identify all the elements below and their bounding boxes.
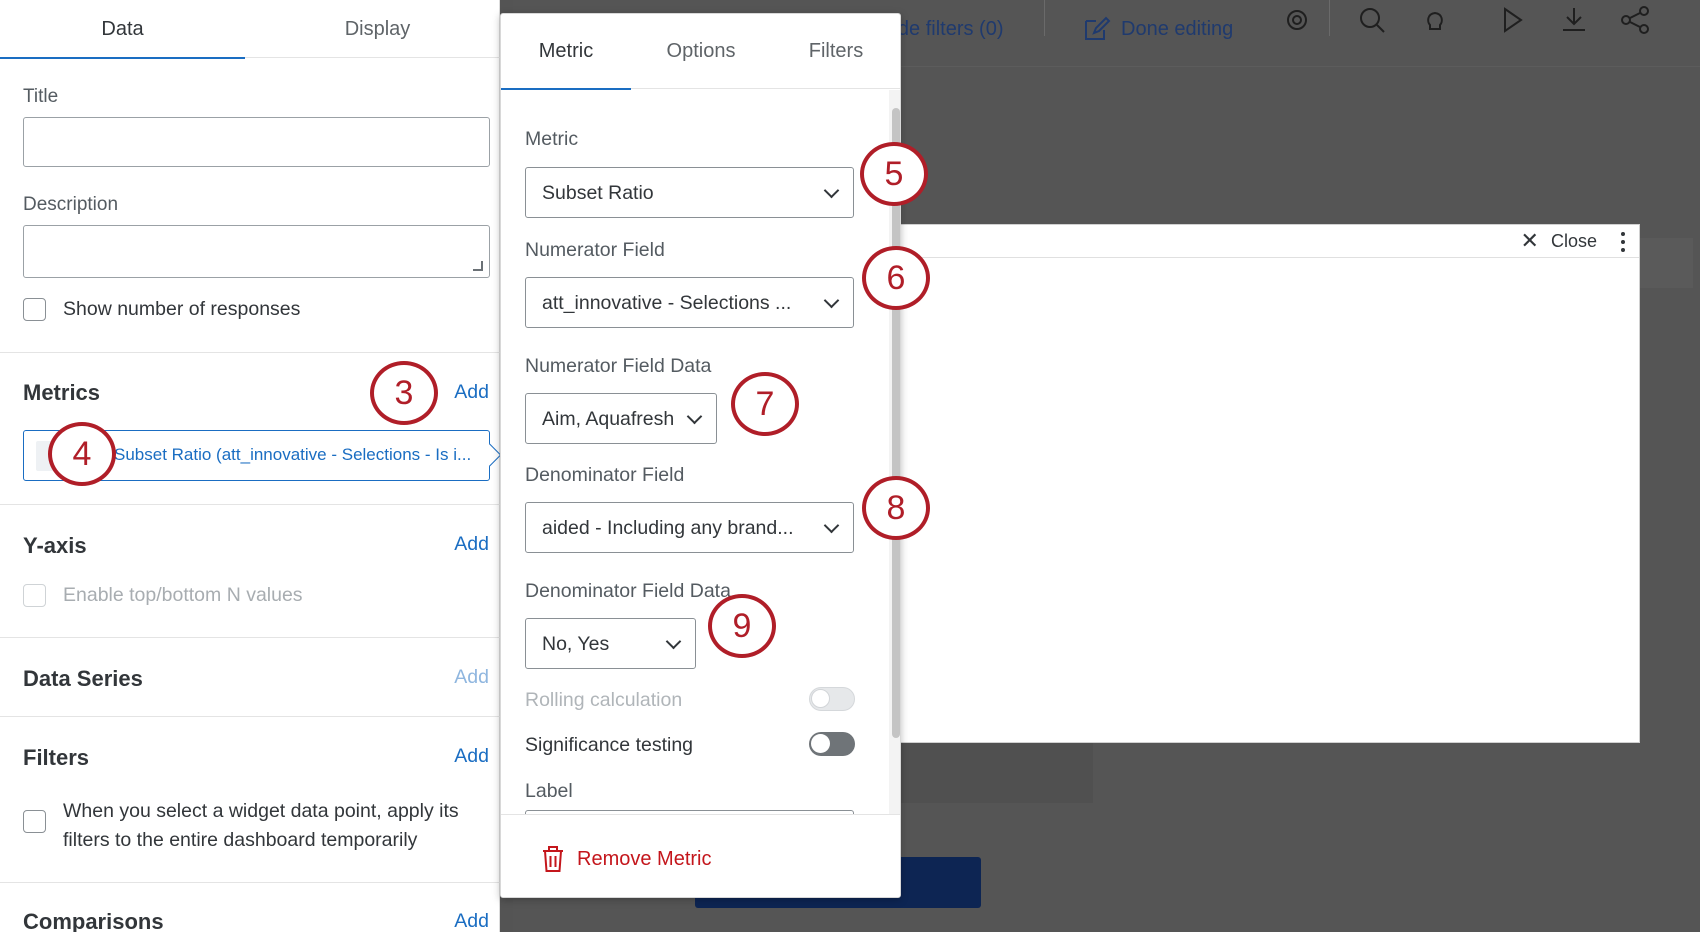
denominator-field-value: aided - Including any brand... (542, 517, 794, 539)
comparisons-section-title: Comparisons (23, 909, 164, 932)
gear-icon[interactable] (1282, 5, 1312, 35)
search-report-icon[interactable] (1357, 5, 1387, 35)
done-editing-label: Done editing (1121, 17, 1234, 40)
metric-popover-body: Metric Subset Ratio Numerator Field att_… (501, 90, 889, 814)
numerator-data-select[interactable]: Aim, Aquafresh (525, 393, 717, 444)
description-label: Description (23, 194, 119, 215)
add-comparison-link[interactable]: Add (454, 910, 489, 932)
chevron-down-icon (823, 517, 840, 534)
chevron-down-icon (823, 292, 840, 309)
top-bottom-label: Enable top/bottom N values (63, 584, 303, 606)
denominator-field-label: Denominator Field (525, 464, 685, 486)
metric-label: Metric (525, 128, 579, 150)
chevron-down-icon (665, 633, 682, 650)
title-input[interactable] (23, 117, 490, 167)
remove-metric-button[interactable]: Remove Metric (541, 845, 711, 873)
add-filter-link[interactable]: Add (454, 745, 489, 768)
step-callout-8: 8 (862, 476, 930, 540)
trash-icon (543, 846, 563, 872)
section-divider (0, 716, 500, 717)
apply-filters-label-line1: When you select a widget data point, app… (63, 800, 459, 822)
toolbar-divider (1329, 0, 1330, 36)
rolling-calculation-label: Rolling calculation (525, 689, 683, 711)
section-divider (0, 882, 500, 883)
filters-section-title: Filters (23, 745, 90, 770)
edit-panel-tabs: Data Display (0, 0, 500, 59)
section-divider (0, 637, 500, 638)
step-callout-3: 3 (370, 361, 438, 425)
section-divider (0, 352, 500, 353)
metrics-section-title: Metrics (23, 380, 101, 405)
add-y-axis-link[interactable]: Add (454, 533, 489, 556)
lightbulb-icon[interactable] (1420, 5, 1450, 35)
kebab-menu-icon[interactable] (1621, 232, 1625, 252)
toolbar-divider (1044, 0, 1045, 36)
numerator-field-label: Numerator Field (525, 239, 665, 261)
done-editing-button[interactable]: Done editing (1083, 16, 1234, 40)
widget-header: ✕ Close (901, 225, 1639, 258)
rolling-calculation-toggle (809, 687, 855, 711)
top-bottom-checkbox (23, 584, 46, 607)
title-label: Title (23, 86, 59, 107)
section-divider (0, 504, 500, 505)
resize-handle-icon[interactable] (473, 261, 483, 271)
numerator-field-value: att_innovative - Selections ... (542, 292, 792, 314)
share-icon[interactable] (1620, 5, 1650, 35)
close-icon[interactable]: ✕ (1521, 230, 1539, 252)
description-textarea[interactable] (23, 225, 490, 278)
apply-filters-checkbox[interactable] (23, 810, 46, 833)
step-callout-6: 6 (862, 246, 930, 310)
label-field-label: Label (525, 780, 573, 802)
download-icon[interactable] (1559, 5, 1589, 35)
denominator-data-value: No, Yes (542, 633, 610, 655)
tab-display[interactable]: Display (255, 0, 500, 58)
denominator-field-select[interactable]: aided - Including any brand... (525, 502, 854, 553)
metric-item-label: Subset Ratio (att_innovative - Selection… (114, 445, 472, 464)
metric-popover-footer: Remove Metric (501, 814, 900, 897)
remove-metric-label: Remove Metric (577, 847, 712, 870)
metric-popover-tabs: Metric Options Filters (501, 14, 900, 90)
add-data-series-link: Add (454, 666, 489, 688)
tab-filters[interactable]: Filters (771, 14, 900, 89)
denominator-data-label: Denominator Field Data (525, 580, 731, 602)
metric-select-value: Subset Ratio (542, 182, 654, 204)
numerator-data-value: Aim, Aquafresh (542, 408, 675, 430)
step-callout-7: 7 (731, 372, 799, 436)
metric-select[interactable]: Subset Ratio (525, 167, 854, 218)
chevron-down-icon (823, 182, 840, 199)
denominator-data-select[interactable]: No, Yes (525, 618, 696, 669)
step-callout-5: 5 (860, 142, 928, 206)
add-metric-link[interactable]: Add (454, 381, 489, 404)
tab-data[interactable]: Data (0, 0, 245, 59)
step-callout-4: 4 (48, 422, 116, 486)
show-responses-checkbox[interactable] (23, 298, 46, 321)
significance-testing-label: Significance testing (525, 734, 694, 756)
chart-widget: ✕ Close (900, 224, 1640, 743)
show-responses-label: Show number of responses (63, 298, 301, 320)
numerator-data-label: Numerator Field Data (525, 355, 712, 377)
play-icon[interactable] (1497, 5, 1527, 35)
y-axis-section-title: Y-axis (23, 533, 87, 558)
widget-close-button[interactable]: Close (1551, 231, 1597, 252)
data-series-section-title: Data Series (23, 666, 143, 691)
edit-icon (1085, 16, 1111, 40)
apply-filters-label-line2: filters to the entire dashboard temporar… (63, 829, 418, 851)
step-callout-9: 9 (708, 594, 776, 658)
tab-options[interactable]: Options (636, 14, 766, 89)
tab-metric[interactable]: Metric (501, 14, 631, 90)
numerator-field-select[interactable]: att_innovative - Selections ... (525, 277, 854, 328)
metric-popover: Metric Options Filters Metric Subset Rat… (500, 13, 901, 898)
significance-testing-toggle[interactable] (809, 732, 855, 756)
